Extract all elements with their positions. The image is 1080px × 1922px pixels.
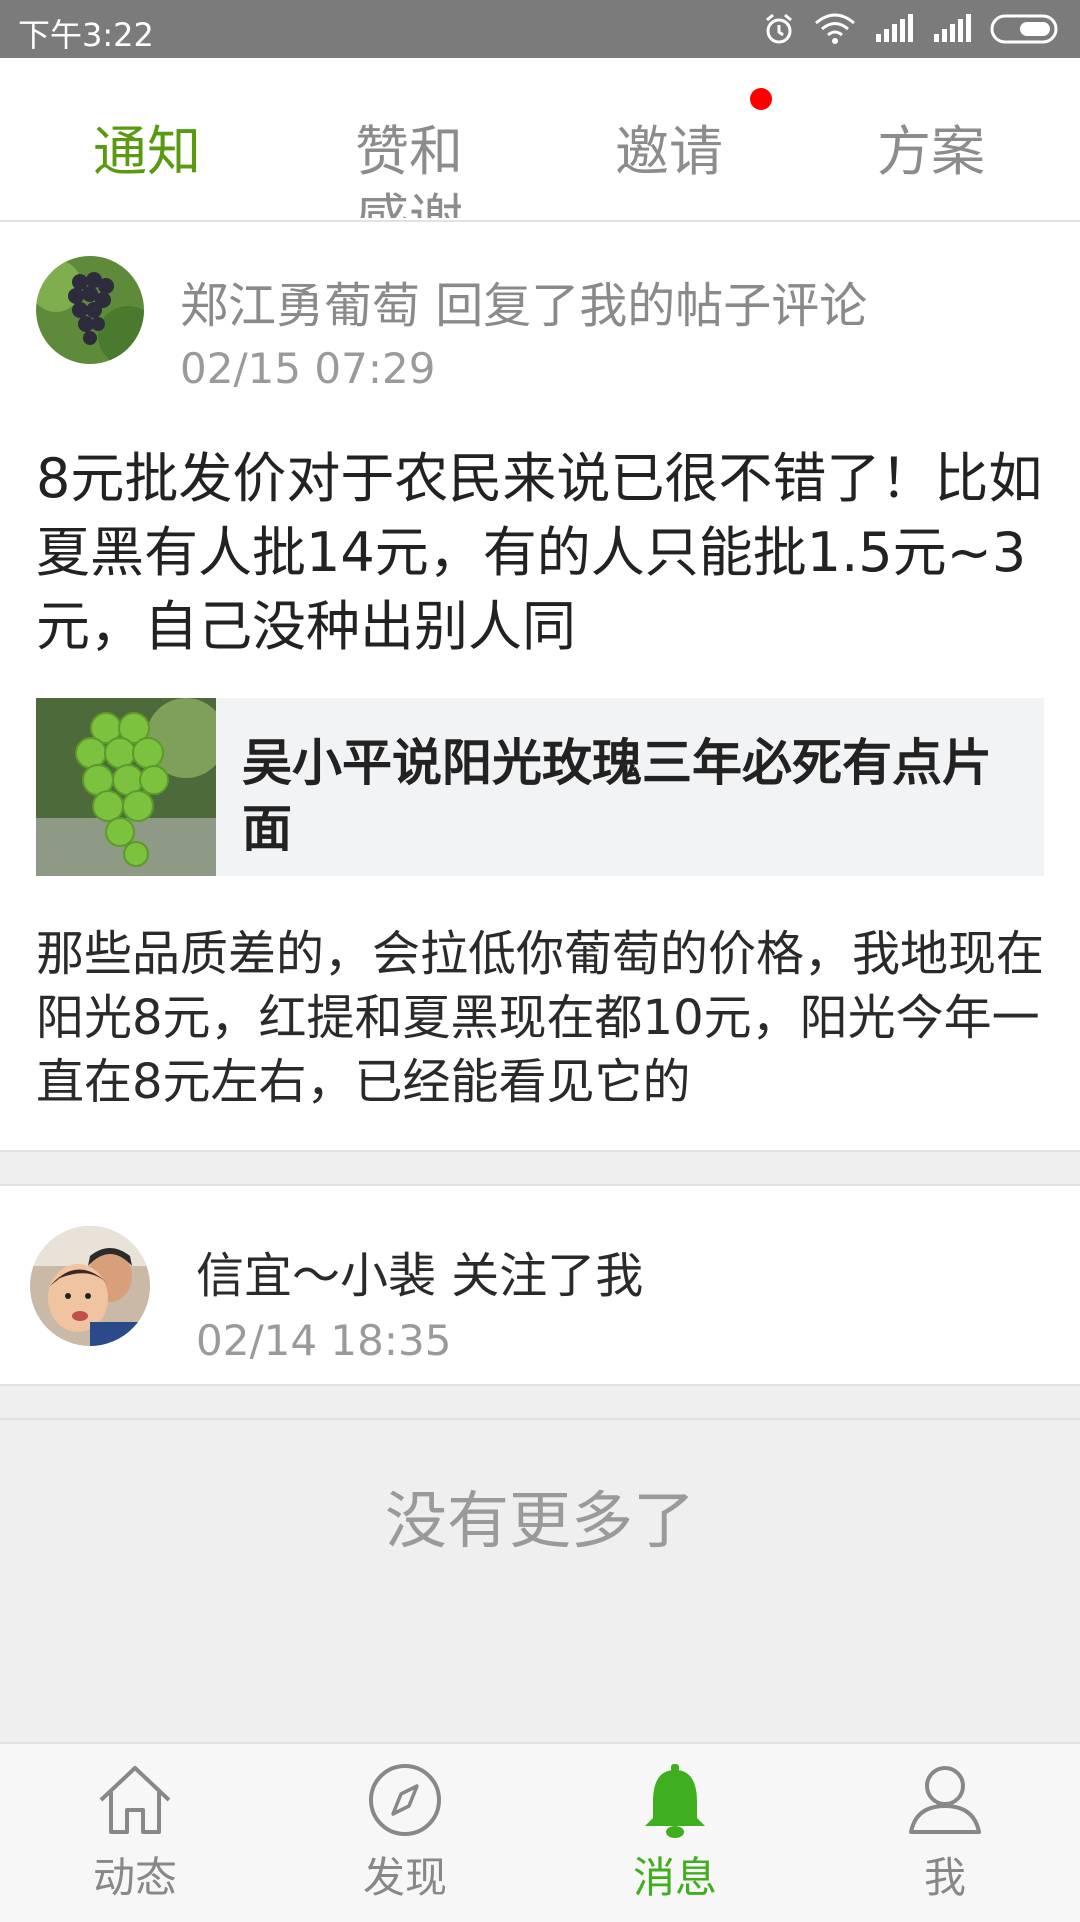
person-icon bbox=[909, 1766, 981, 1834]
compass-icon bbox=[369, 1764, 441, 1836]
divider bbox=[0, 1384, 1080, 1386]
nav-label: 动态 bbox=[92, 1853, 177, 1902]
alarm-icon bbox=[766, 13, 792, 44]
notification-item[interactable]: 信宜～小裴 关注了我 02/14 18:35 bbox=[0, 1186, 1080, 1384]
notification-header: 信宜～小裴 关注了我 bbox=[196, 1248, 644, 1304]
nav-item-discover[interactable]: 发现 bbox=[270, 1744, 540, 1922]
battery-icon bbox=[990, 14, 1058, 44]
status-time: 下午3:22 bbox=[18, 16, 154, 54]
top-tab-bar: 通知 赞和感谢 邀请 方案 bbox=[0, 58, 1080, 222]
original-comment-text: 那些品质差的，会拉低你葡萄的价格，我地现在阳光8元，红提和夏黑现在都10元，阳光… bbox=[36, 926, 1045, 1110]
signal-icon bbox=[934, 14, 971, 42]
quoted-post[interactable]: 吴小平说阳光玫瑰三年必死有点片面 bbox=[36, 698, 1044, 876]
bottom-navigation: 动态 发现 消息 我 bbox=[0, 1742, 1080, 1922]
nav-item-feed[interactable]: 动态 bbox=[0, 1744, 270, 1922]
wifi-icon bbox=[815, 13, 855, 44]
reply-text: 8元批发价对于农民来说已很不错了！比如夏黑有人批14元，有的人只能批1.5元~3… bbox=[36, 447, 1043, 658]
nav-label: 消息 bbox=[632, 1853, 717, 1902]
notification-item[interactable]: 郑江勇葡萄 回复了我的帖子评论 02/15 07:29 8元批发价对于农民来说已… bbox=[0, 222, 1080, 1150]
tab-invitations[interactable]: 邀请 bbox=[604, 118, 734, 218]
status-icons bbox=[762, 10, 1062, 48]
post-thumbnail bbox=[36, 698, 226, 876]
quoted-post-title: 吴小平说阳光玫瑰三年必死有点片面 bbox=[242, 734, 992, 858]
signal-icon bbox=[876, 14, 913, 42]
notification-time: 02/15 07:29 bbox=[180, 344, 436, 393]
nav-item-messages[interactable]: 消息 bbox=[540, 1744, 810, 1922]
notification-time: 02/14 18:35 bbox=[196, 1316, 452, 1365]
divider bbox=[0, 1418, 1080, 1420]
notification-header: 郑江勇葡萄 回复了我的帖子评论 bbox=[180, 278, 868, 334]
avatar[interactable] bbox=[30, 1226, 150, 1346]
tab-likes-thanks[interactable]: 赞和感谢 bbox=[344, 118, 474, 218]
nav-item-me[interactable]: 我 bbox=[810, 1744, 1080, 1922]
bell-icon bbox=[645, 1764, 705, 1838]
tab-notifications[interactable]: 通知 bbox=[82, 118, 212, 218]
status-bar: 下午3:22 bbox=[0, 0, 1080, 58]
avatar[interactable] bbox=[36, 256, 144, 364]
nav-label: 发现 bbox=[362, 1853, 447, 1902]
nav-label: 我 bbox=[923, 1853, 966, 1902]
divider bbox=[0, 1150, 1080, 1152]
tab-plans[interactable]: 方案 bbox=[866, 118, 996, 218]
end-of-list-message: 没有更多了 bbox=[384, 1484, 695, 1557]
unread-dot-badge bbox=[750, 88, 772, 110]
home-icon bbox=[99, 1766, 171, 1834]
